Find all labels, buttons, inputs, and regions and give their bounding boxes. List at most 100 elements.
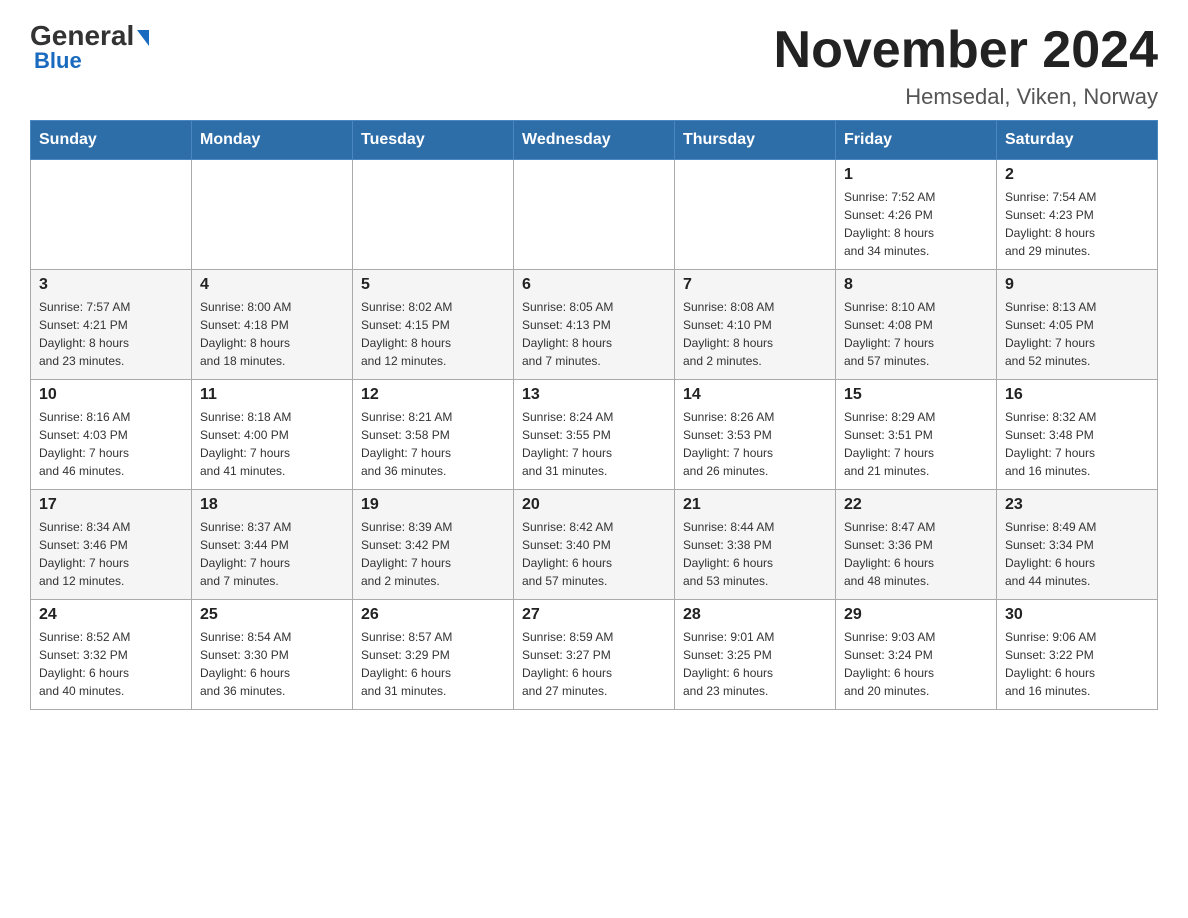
header-saturday: Saturday	[997, 121, 1158, 160]
calendar-title: November 2024	[774, 20, 1158, 80]
day-number: 15	[844, 386, 988, 404]
day-number: 18	[200, 496, 344, 514]
calendar-cell: 28 Sunrise: 9:01 AMSunset: 3:25 PMDayligh…	[675, 600, 836, 710]
day-number: 1	[844, 166, 988, 184]
calendar-cell: 30 Sunrise: 9:06 AMSunset: 3:22 PMDayligh…	[997, 600, 1158, 710]
calendar-cell: 17 Sunrise: 8:34 AMSunset: 3:46 PMDayligh…	[31, 490, 192, 600]
day-info: Sunrise: 8:10 AMSunset: 4:08 PMDaylight:…	[844, 298, 988, 370]
day-info: Sunrise: 8:13 AMSunset: 4:05 PMDaylight:…	[1005, 298, 1149, 370]
day-number: 13	[522, 386, 666, 404]
day-info: Sunrise: 7:52 AMSunset: 4:26 PMDaylight:…	[844, 188, 988, 260]
calendar-cell: 29Sunrise: 9:03 AMSunset: 3:24 PMDayligh…	[836, 600, 997, 710]
day-info: Sunrise: 8:44 AMSunset: 3:38 PMDaylight:…	[683, 518, 827, 590]
header-tuesday: Tuesday	[353, 121, 514, 160]
header-friday: Friday	[836, 121, 997, 160]
header-sunday: Sunday	[31, 121, 192, 160]
day-number: 19	[361, 496, 505, 514]
day-number: 16	[1005, 386, 1149, 404]
day-number: 22	[844, 496, 988, 514]
day-number: 3	[39, 276, 183, 294]
day-number: 30	[1005, 606, 1149, 624]
day-info: Sunrise: 8:47 AMSunset: 3:36 PMDaylight:…	[844, 518, 988, 590]
day-number: 10	[39, 386, 183, 404]
day-info: Sunrise: 8:42 AMSunset: 3:40 PMDaylight:…	[522, 518, 666, 590]
calendar-cell	[514, 160, 675, 270]
day-number: 25	[200, 606, 344, 624]
calendar-cell: 7Sunrise: 8:08 AMSunset: 4:10 PMDaylight…	[675, 270, 836, 380]
day-info: Sunrise: 8:24 AMSunset: 3:55 PMDaylight:…	[522, 408, 666, 480]
week-row-1: 1 Sunrise: 7:52 AMSunset: 4:26 PMDaylight…	[31, 160, 1158, 270]
calendar-cell: 18 Sunrise: 8:37 AMSunset: 3:44 PMDayligh…	[192, 490, 353, 600]
calendar-subtitle: Hemsedal, Viken, Norway	[774, 84, 1158, 110]
day-number: 11	[200, 386, 344, 404]
header-monday: Monday	[192, 121, 353, 160]
day-number: 14	[683, 386, 827, 404]
page-header: General Blue November 2024 Hemsedal, Vik…	[30, 20, 1158, 110]
calendar-cell: 16Sunrise: 8:32 AMSunset: 3:48 PMDayligh…	[997, 380, 1158, 490]
calendar-cell: 20 Sunrise: 8:42 AMSunset: 3:40 PMDayligh…	[514, 490, 675, 600]
day-info: Sunrise: 8:00 AMSunset: 4:18 PMDaylight:…	[200, 298, 344, 370]
calendar-cell: 15Sunrise: 8:29 AMSunset: 3:51 PMDayligh…	[836, 380, 997, 490]
week-row-3: 10Sunrise: 8:16 AMSunset: 4:03 PMDayligh…	[31, 380, 1158, 490]
header-thursday: Thursday	[675, 121, 836, 160]
title-section: November 2024 Hemsedal, Viken, Norway	[774, 20, 1158, 110]
logo-sub: Blue	[30, 48, 82, 74]
day-number: 6	[522, 276, 666, 294]
day-number: 28	[683, 606, 827, 624]
day-number: 5	[361, 276, 505, 294]
day-number: 20	[522, 496, 666, 514]
calendar-cell	[675, 160, 836, 270]
day-info: Sunrise: 9:01 AMSunset: 3:25 PMDaylight:…	[683, 628, 827, 700]
calendar-cell: 19Sunrise: 8:39 AMSunset: 3:42 PMDayligh…	[353, 490, 514, 600]
calendar-cell	[192, 160, 353, 270]
calendar-cell: 11 Sunrise: 8:18 AMSunset: 4:00 PMDayligh…	[192, 380, 353, 490]
day-number: 23	[1005, 496, 1149, 514]
day-info: Sunrise: 8:52 AMSunset: 3:32 PMDaylight:…	[39, 628, 183, 700]
calendar-cell: 12Sunrise: 8:21 AMSunset: 3:58 PMDayligh…	[353, 380, 514, 490]
day-info: Sunrise: 8:57 AMSunset: 3:29 PMDaylight:…	[361, 628, 505, 700]
day-info: Sunrise: 8:34 AMSunset: 3:46 PMDaylight:…	[39, 518, 183, 590]
day-number: 8	[844, 276, 988, 294]
day-number: 4	[200, 276, 344, 294]
calendar-cell: 24 Sunrise: 8:52 AMSunset: 3:32 PMDayligh…	[31, 600, 192, 710]
day-info: Sunrise: 8:02 AMSunset: 4:15 PMDaylight:…	[361, 298, 505, 370]
week-row-5: 24 Sunrise: 8:52 AMSunset: 3:32 PMDayligh…	[31, 600, 1158, 710]
header-wednesday: Wednesday	[514, 121, 675, 160]
day-number: 17	[39, 496, 183, 514]
day-info: Sunrise: 9:03 AMSunset: 3:24 PMDaylight:…	[844, 628, 988, 700]
day-number: 21	[683, 496, 827, 514]
calendar-cell: 23 Sunrise: 8:49 AMSunset: 3:34 PMDayligh…	[997, 490, 1158, 600]
day-info: Sunrise: 8:37 AMSunset: 3:44 PMDaylight:…	[200, 518, 344, 590]
calendar-cell: 22 Sunrise: 8:47 AMSunset: 3:36 PMDayligh…	[836, 490, 997, 600]
calendar-cell: 13 Sunrise: 8:24 AMSunset: 3:55 PMDayligh…	[514, 380, 675, 490]
week-row-4: 17 Sunrise: 8:34 AMSunset: 3:46 PMDayligh…	[31, 490, 1158, 600]
day-info: Sunrise: 8:21 AMSunset: 3:58 PMDaylight:…	[361, 408, 505, 480]
calendar-cell: 4 Sunrise: 8:00 AMSunset: 4:18 PMDaylight…	[192, 270, 353, 380]
calendar-cell: 25Sunrise: 8:54 AMSunset: 3:30 PMDayligh…	[192, 600, 353, 710]
calendar-cell: 26 Sunrise: 8:57 AMSunset: 3:29 PMDayligh…	[353, 600, 514, 710]
day-info: Sunrise: 8:18 AMSunset: 4:00 PMDaylight:…	[200, 408, 344, 480]
logo: General Blue	[30, 20, 149, 74]
calendar-cell: 8 Sunrise: 8:10 AMSunset: 4:08 PMDaylight…	[836, 270, 997, 380]
calendar-cell: 21 Sunrise: 8:44 AMSunset: 3:38 PMDayligh…	[675, 490, 836, 600]
weekday-header-row: Sunday Monday Tuesday Wednesday Thursday…	[31, 121, 1158, 160]
week-row-2: 3 Sunrise: 7:57 AMSunset: 4:21 PMDaylight…	[31, 270, 1158, 380]
day-number: 2	[1005, 166, 1149, 184]
calendar-table: Sunday Monday Tuesday Wednesday Thursday…	[30, 120, 1158, 710]
day-number: 7	[683, 276, 827, 294]
calendar-cell: 9 Sunrise: 8:13 AMSunset: 4:05 PMDaylight…	[997, 270, 1158, 380]
calendar-cell: 14Sunrise: 8:26 AMSunset: 3:53 PMDayligh…	[675, 380, 836, 490]
day-number: 24	[39, 606, 183, 624]
day-number: 27	[522, 606, 666, 624]
day-number: 26	[361, 606, 505, 624]
calendar-cell: 3 Sunrise: 7:57 AMSunset: 4:21 PMDaylight…	[31, 270, 192, 380]
day-number: 9	[1005, 276, 1149, 294]
day-info: Sunrise: 8:05 AMSunset: 4:13 PMDaylight:…	[522, 298, 666, 370]
day-info: Sunrise: 9:06 AMSunset: 3:22 PMDaylight:…	[1005, 628, 1149, 700]
calendar-cell: 2Sunrise: 7:54 AMSunset: 4:23 PMDaylight…	[997, 160, 1158, 270]
day-info: Sunrise: 8:49 AMSunset: 3:34 PMDaylight:…	[1005, 518, 1149, 590]
calendar-cell: 5 Sunrise: 8:02 AMSunset: 4:15 PMDaylight…	[353, 270, 514, 380]
day-info: Sunrise: 7:57 AMSunset: 4:21 PMDaylight:…	[39, 298, 183, 370]
day-info: Sunrise: 8:59 AMSunset: 3:27 PMDaylight:…	[522, 628, 666, 700]
calendar-cell: 10Sunrise: 8:16 AMSunset: 4:03 PMDayligh…	[31, 380, 192, 490]
